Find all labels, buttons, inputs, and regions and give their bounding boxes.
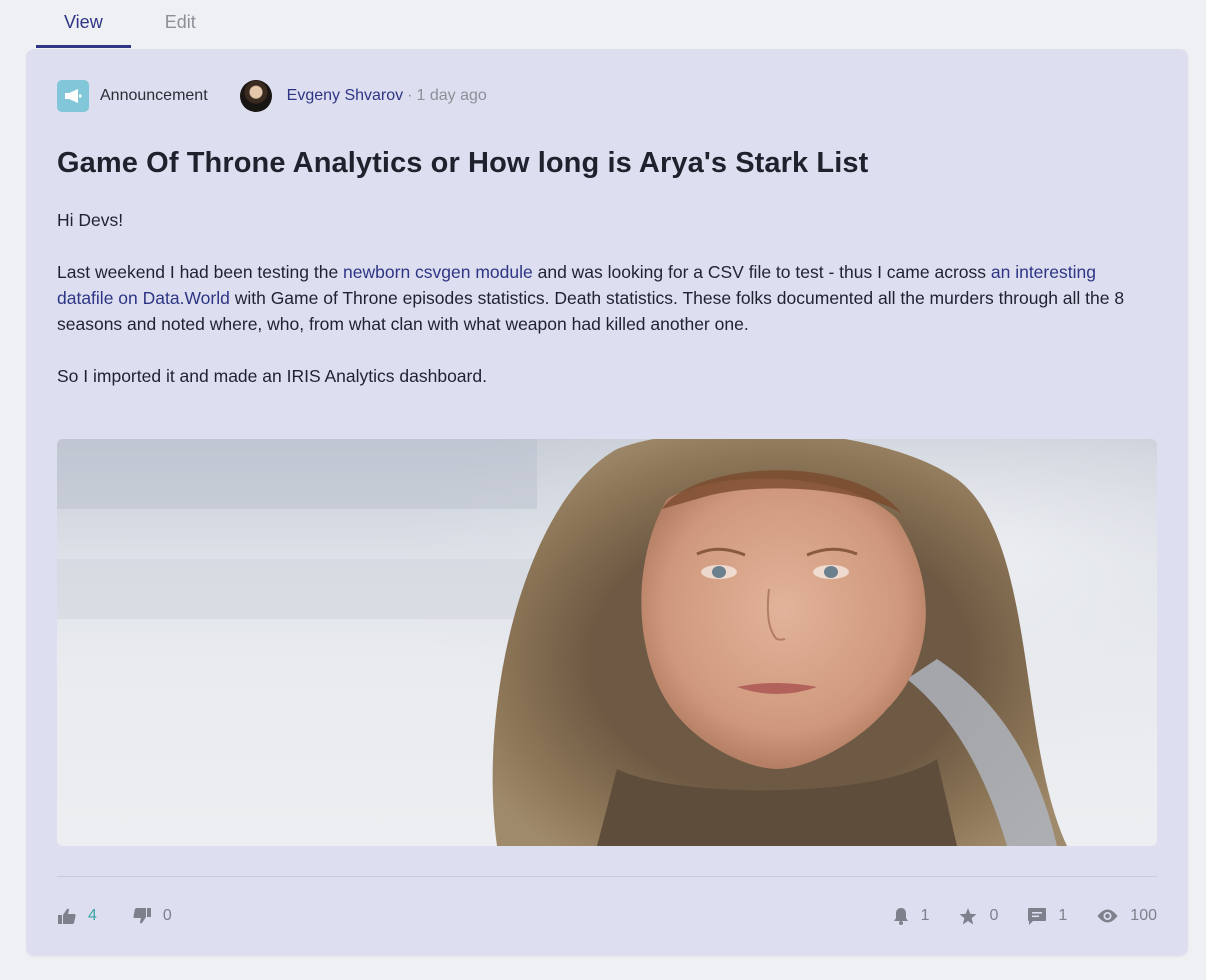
meta-separator: · (407, 87, 413, 104)
megaphone-icon (57, 80, 89, 112)
dislike-count: 0 (162, 907, 172, 924)
like-button[interactable]: 4 (58, 907, 97, 925)
vote-bar: 4 0 (58, 906, 208, 926)
tab-view[interactable]: View (36, 0, 131, 48)
tab-edit[interactable]: Edit (131, 0, 224, 48)
subscription-count: 1 (920, 907, 930, 924)
comment-icon (1028, 907, 1047, 925)
subscribe-button[interactable]: 1 (893, 907, 930, 925)
star-icon (959, 907, 977, 924)
post-meta: Announcement Evgeny Shvarov · 1 day ago (57, 80, 487, 112)
text-segment: and was looking for a CSV file to test -… (532, 262, 991, 282)
bell-icon (893, 907, 908, 925)
comments-button[interactable]: 1 (1028, 907, 1067, 925)
post-type-label: Announcement (100, 87, 208, 104)
bookmark-count: 0 (989, 907, 999, 924)
greeting: Hi Devs! (57, 210, 124, 230)
bookmark-button[interactable]: 0 (959, 907, 998, 925)
like-count: 4 (88, 907, 97, 924)
thumbs-up-icon (58, 908, 76, 924)
avatar[interactable] (239, 80, 272, 112)
post-body: Hi Devs! Last weekend I had been testing… (57, 207, 1137, 415)
post-time: 1 day ago (416, 87, 487, 104)
eye-icon (1097, 909, 1118, 923)
post-title: Game Of Throne Analytics or How long is … (57, 147, 869, 179)
comment-count: 1 (1058, 907, 1068, 924)
engagement-bar: 1 0 1 100 (863, 906, 1157, 926)
thumbs-down-icon (133, 908, 151, 924)
paragraph-intro: Last weekend I had been testing the newb… (57, 259, 1137, 337)
post-image (57, 439, 1157, 846)
paragraph-dashboard: So I imported it and made an IRIS Analyt… (57, 366, 487, 386)
view-count: 100 (1130, 907, 1157, 924)
dislike-button[interactable]: 0 (133, 907, 172, 925)
text-segment: Last weekend I had been testing the (57, 262, 344, 282)
author-link[interactable]: Evgeny Shvarov (287, 87, 404, 105)
post-card: Announcement Evgeny Shvarov · 1 day ago … (26, 49, 1188, 956)
views-stat: 100 (1097, 907, 1157, 925)
csvgen-module-link[interactable]: newborn csvgen module (343, 262, 533, 282)
divider (57, 876, 1157, 877)
view-edit-tabs: View Edit (36, 0, 224, 49)
portrait-illustration (57, 439, 1157, 846)
